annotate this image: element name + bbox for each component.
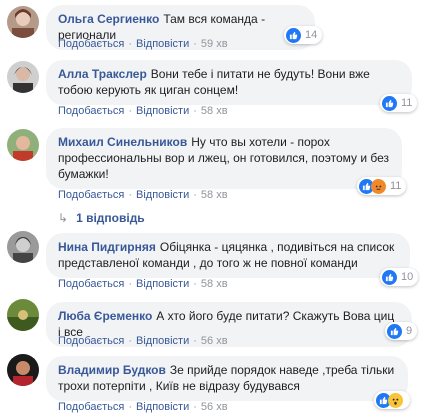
- timestamp[interactable]: 58 хв: [201, 105, 228, 117]
- separator: ·: [128, 105, 132, 117]
- reactions-badge[interactable]: 11: [380, 94, 418, 112]
- reactions-badge[interactable]: 11: [357, 177, 407, 195]
- separator: ·: [128, 189, 132, 201]
- wow-reaction-icon: [388, 392, 403, 408]
- separator: ·: [193, 335, 197, 347]
- comment-author[interactable]: Алла Тракслер: [58, 67, 147, 81]
- reply-link[interactable]: Відповісти: [136, 335, 189, 347]
- reply-link[interactable]: Відповісти: [136, 105, 189, 117]
- like-link[interactable]: Подобається: [58, 278, 124, 290]
- timestamp[interactable]: 58 хв: [201, 189, 228, 201]
- like-link[interactable]: Подобається: [58, 335, 124, 347]
- like-link[interactable]: Подобається: [58, 401, 124, 413]
- like-reaction-icon: [387, 323, 402, 339]
- separator: ·: [128, 38, 132, 50]
- reaction-count: 14: [305, 29, 318, 41]
- comment-bubble: Нина Пидгирняя Обіцянка - цяцянка , подив…: [46, 233, 410, 278]
- comment-actions: Подобається · Відповісти · 58 хв: [58, 188, 228, 202]
- comment-actions: Подобається · Відповісти · 58 хв: [58, 104, 228, 118]
- separator: ·: [128, 278, 132, 290]
- like-reaction-icon: [382, 95, 397, 111]
- reactions-badge[interactable]: 14: [284, 26, 323, 44]
- reaction-count: 9: [406, 325, 413, 337]
- replies-count[interactable]: 1 відповідь: [76, 211, 145, 225]
- comment-actions: Подобається · Відповісти · 56 хв: [58, 334, 228, 348]
- separator: ·: [193, 189, 197, 201]
- comment-actions: Подобається · Відповісти · 56 хв: [58, 400, 228, 414]
- reactions-badge[interactable]: 9: [385, 322, 418, 340]
- comment-author[interactable]: Владимир Будков: [58, 363, 166, 377]
- separator: ·: [193, 401, 197, 413]
- like-reaction-icon: [382, 269, 397, 285]
- separator: ·: [193, 278, 197, 290]
- reply-link[interactable]: Відповісти: [136, 401, 189, 413]
- avatar[interactable]: [7, 61, 39, 93]
- like-reaction-icon: [286, 27, 301, 43]
- separator: ·: [128, 335, 132, 347]
- timestamp[interactable]: 59 хв: [201, 38, 228, 50]
- reply-arrow-icon: ↳: [58, 211, 69, 225]
- separator: ·: [193, 105, 197, 117]
- reaction-count: 10: [401, 271, 414, 283]
- avatar[interactable]: [7, 129, 39, 161]
- comment-actions: Подобається · Відповісти · 58 хв: [58, 277, 228, 291]
- view-replies-link[interactable]: ↳ 1 відповідь: [58, 211, 145, 225]
- reactions-badge[interactable]: 10: [380, 268, 419, 286]
- separator: ·: [193, 38, 197, 50]
- separator: ·: [128, 401, 132, 413]
- reaction-count: 11: [401, 97, 413, 109]
- timestamp[interactable]: 56 хв: [201, 335, 228, 347]
- comment-author[interactable]: Нина Пидгирняя: [58, 240, 156, 254]
- comment-bubble: Алла Тракслер Вони тебе і питати не будут…: [46, 60, 412, 105]
- comment-author[interactable]: Люба Єременко: [58, 309, 152, 323]
- avatar[interactable]: [7, 6, 39, 38]
- like-link[interactable]: Подобається: [58, 189, 124, 201]
- reaction-count: 11: [390, 180, 402, 192]
- comment-bubble: Владимир Будков Зе прийде порядок наведе …: [46, 356, 408, 401]
- reply-link[interactable]: Відповісти: [136, 278, 189, 290]
- reply-link[interactable]: Відповісти: [136, 38, 189, 50]
- angry-reaction-icon: [371, 178, 386, 194]
- reply-link[interactable]: Відповісти: [136, 189, 189, 201]
- timestamp[interactable]: 56 хв: [201, 401, 228, 413]
- reactions-badge[interactable]: [374, 391, 410, 409]
- avatar[interactable]: [7, 231, 39, 263]
- comment-author[interactable]: Ольга Сергиенко: [58, 12, 159, 26]
- comment-bubble: Михаил Синельников Ну что вы хотели - пор…: [46, 128, 402, 189]
- like-link[interactable]: Подобається: [58, 105, 124, 117]
- avatar[interactable]: [7, 299, 39, 331]
- like-link[interactable]: Подобається: [58, 38, 124, 50]
- comment-actions: Подобається · Відповісти · 59 хв: [58, 37, 228, 51]
- avatar[interactable]: [7, 354, 39, 386]
- timestamp[interactable]: 58 хв: [201, 278, 228, 290]
- comment-author[interactable]: Михаил Синельников: [58, 135, 187, 149]
